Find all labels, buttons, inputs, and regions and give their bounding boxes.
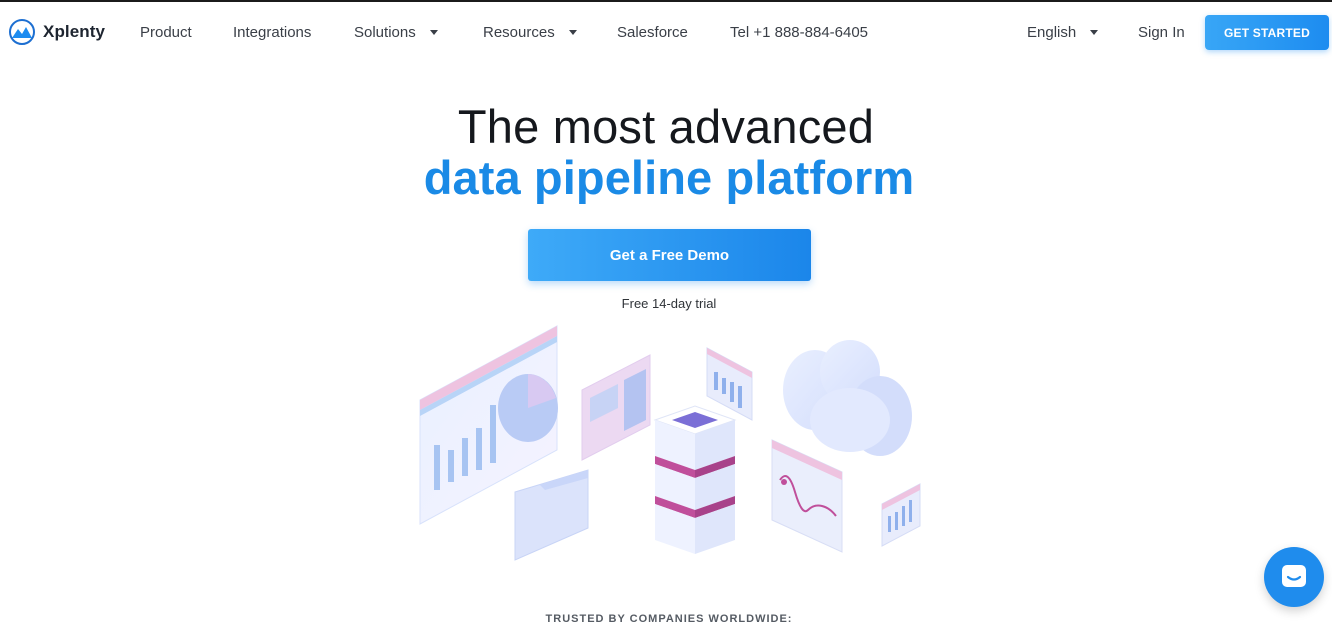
trial-note: Free 14-day trial xyxy=(621,296,717,311)
get-started-button[interactable]: GET STARTED xyxy=(1205,15,1329,50)
sign-in-label: Sign In xyxy=(1138,24,1185,41)
nav-label: Salesforce xyxy=(617,24,688,41)
caret-down-icon xyxy=(568,30,577,35)
folder-graphic xyxy=(514,469,589,561)
caret-down-icon xyxy=(1090,30,1099,35)
nav-label: Tel +1 888-884-6405 xyxy=(730,24,869,41)
nav-item-solutions[interactable]: Solutions xyxy=(354,24,438,41)
nav-label: Resources xyxy=(483,24,555,41)
sign-in-link[interactable]: Sign In xyxy=(1138,24,1185,41)
chat-launcher-button[interactable] xyxy=(1264,547,1324,607)
mini-bar-panel xyxy=(881,483,921,547)
small-chart-panel xyxy=(706,347,753,421)
free-demo-button[interactable]: Get a Free Demo xyxy=(528,229,811,281)
trusted-heading: TRUSTED BY COMPANIES WORLDWIDE: xyxy=(545,613,793,623)
mountain-logo-icon xyxy=(9,19,35,45)
cloud-graphic xyxy=(783,340,912,456)
main-navigation: Xplenty Product Integrations Solutions R… xyxy=(0,2,1332,60)
brand-name: Xplenty xyxy=(43,22,106,41)
nav-label: Integrations xyxy=(233,24,312,41)
nav-label: Solutions xyxy=(354,24,416,41)
nav-item-phone[interactable]: Tel +1 888-884-6405 xyxy=(730,24,868,41)
language-label: English xyxy=(1027,24,1077,41)
nav-item-resources[interactable]: Resources xyxy=(483,24,577,41)
server-stack xyxy=(653,405,737,554)
nav-item-integrations[interactable]: Integrations xyxy=(233,24,311,41)
brand-logo[interactable]: Xplenty xyxy=(9,19,105,45)
hero-title: The most advanced xyxy=(457,100,875,153)
line-chart-panel xyxy=(771,439,843,553)
nav-item-product[interactable]: Product xyxy=(140,24,192,41)
chat-bubble-icon xyxy=(1282,565,1306,587)
hero-subtitle: data pipeline platform xyxy=(423,151,915,204)
language-selector[interactable]: English xyxy=(1027,24,1099,41)
caret-down-icon xyxy=(429,30,438,35)
document-panel xyxy=(581,354,651,461)
nav-label: Product xyxy=(140,24,192,41)
nav-item-salesforce[interactable]: Salesforce xyxy=(617,24,688,41)
data-pipeline-illustration xyxy=(419,325,921,561)
